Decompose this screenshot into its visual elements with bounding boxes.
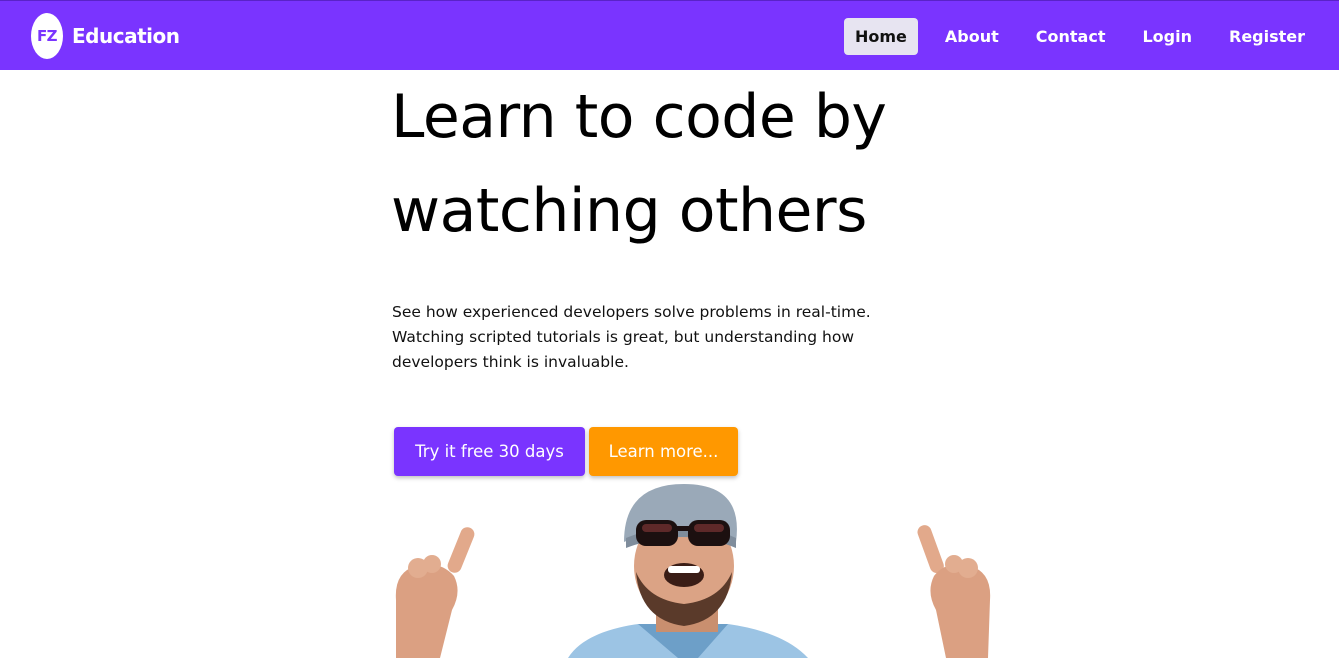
try-free-button[interactable]: Try it free 30 days bbox=[394, 427, 585, 476]
brand-name: Education bbox=[72, 24, 180, 48]
hero-description-line-2: Watching scripted tutorials is great, bu… bbox=[392, 328, 854, 346]
hero-title: Learn to code by watching others bbox=[391, 70, 1011, 258]
nav-link-login[interactable]: Login bbox=[1131, 18, 1203, 55]
left-hand-illustration bbox=[395, 527, 475, 658]
right-hand-illustration bbox=[917, 525, 991, 658]
nav-link-home[interactable]: Home bbox=[844, 18, 918, 55]
hero-person-image bbox=[395, 484, 991, 658]
brand[interactable]: FZ Education bbox=[31, 13, 180, 59]
hero-description-line-1: See how experienced developers solve pro… bbox=[392, 303, 871, 321]
top-navbar: FZ Education Home About Contact Login Re… bbox=[0, 0, 1339, 70]
hero-description: See how experienced developers solve pro… bbox=[392, 300, 892, 375]
nav-link-contact[interactable]: Contact bbox=[1025, 18, 1117, 55]
nav-link-about[interactable]: About bbox=[934, 18, 1010, 55]
hero-title-line-1: Learn to code by bbox=[391, 82, 887, 152]
nav-links: Home About Contact Login Register bbox=[844, 18, 1331, 55]
brand-logo: FZ bbox=[31, 13, 63, 59]
nav-link-register[interactable]: Register bbox=[1218, 18, 1316, 55]
hero-title-line-2: watching others bbox=[391, 176, 867, 246]
learn-more-button[interactable]: Learn more... bbox=[589, 427, 738, 476]
hero-description-line-3: developers think is invaluable. bbox=[392, 353, 629, 371]
